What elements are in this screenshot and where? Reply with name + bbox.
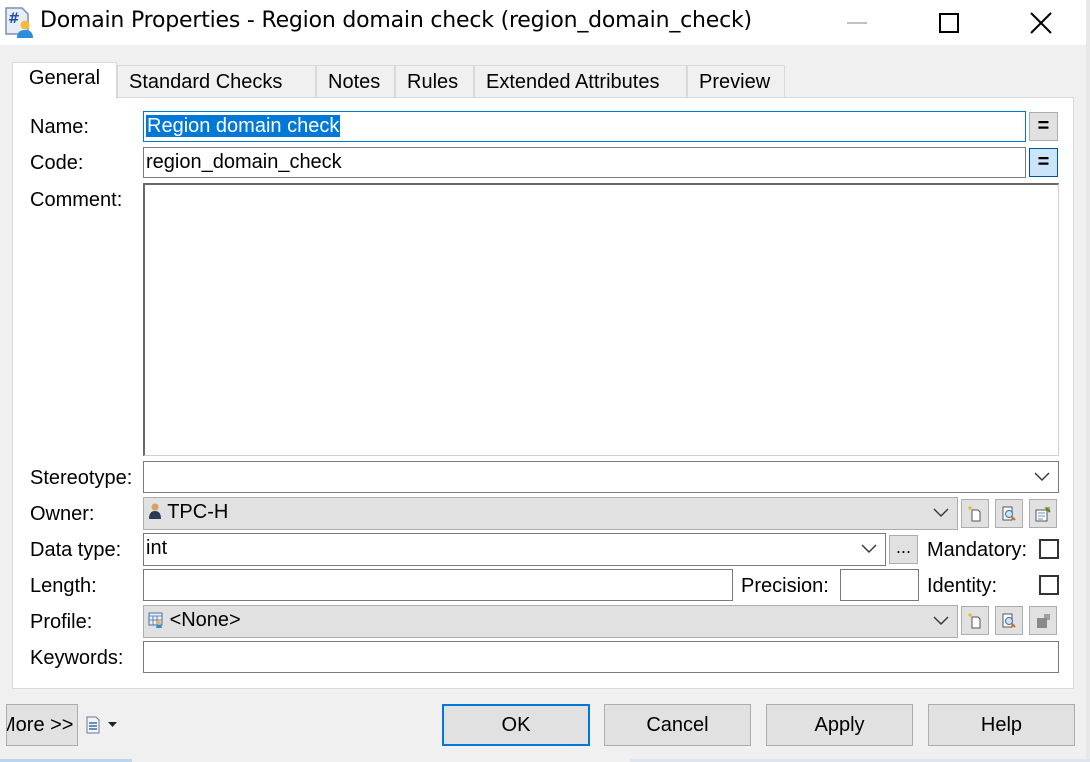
minimize-icon [847,21,867,24]
keywords-label: Keywords: [30,647,124,669]
mandatory-checkbox[interactable] [1039,539,1059,559]
chevron-down-icon [933,616,949,625]
owner-value: TPC-H [167,501,229,523]
owner-new-button[interactable] [961,499,989,528]
name-value: Region domain check [146,115,341,137]
new-icon [968,612,981,628]
comment-label: Comment: [30,189,123,211]
length-label: Length: [30,575,97,597]
profile-combobox[interactable]: <None> [143,605,958,638]
maximize-icon [939,12,959,33]
new-icon [968,505,981,521]
code-name-sync-button[interactable]: = [1029,148,1058,177]
ok-button[interactable]: OK [442,704,590,746]
keywords-input[interactable] [143,641,1059,673]
tab-extended-attributes[interactable]: Extended Attributes [474,65,687,99]
tab-preview[interactable]: Preview [687,65,785,99]
tab-general[interactable]: General [12,62,117,99]
chevron-down-icon [1034,472,1050,481]
name-input[interactable]: Region domain check [143,111,1026,142]
apply-button[interactable]: Apply [766,704,913,746]
profile-value: <None> [169,609,241,631]
owner-properties-button[interactable] [995,499,1023,528]
stereotype-combobox[interactable] [143,461,1059,493]
minimize-button[interactable] [834,0,880,45]
title-bar: # Domain Properties - Region domain chec… [0,0,1090,45]
document-icon [86,716,100,734]
profile-properties-button[interactable] [995,606,1023,635]
properties-search-icon [1002,613,1016,628]
dropdown-arrow-icon[interactable] [108,722,117,728]
user-icon [149,503,161,519]
chevron-down-icon [933,508,949,517]
equals-icon: = [1037,151,1050,173]
tab-notes[interactable]: Notes [316,65,395,99]
name-code-sync-button[interactable]: = [1029,112,1058,141]
precision-input[interactable] [840,569,919,601]
data-type-combobox[interactable]: int [143,533,886,566]
owner-edit-button[interactable] [1029,499,1057,528]
maximize-button[interactable] [926,0,972,45]
identity-checkbox[interactable] [1039,575,1059,595]
data-type-value: int [146,537,168,559]
identity-label: Identity: [927,575,998,597]
stereotype-label: Stereotype: [30,467,133,489]
code-input[interactable]: region_domain_check [143,147,1026,178]
data-type-label: Data type: [30,539,122,561]
window-title: Domain Properties - Region domain check … [40,8,752,33]
equals-icon: = [1037,115,1050,137]
edit-properties-disabled-icon [1037,613,1050,628]
comment-textarea[interactable] [143,183,1059,456]
tab-rules[interactable]: Rules [395,65,474,99]
window-edge [1086,0,1090,762]
length-input[interactable] [143,569,733,601]
cancel-button[interactable]: Cancel [604,704,751,746]
profile-edit-button[interactable] [1029,606,1057,635]
mandatory-label: Mandatory: [927,539,1028,561]
code-label: Code: [30,152,84,174]
tab-standard-checks[interactable]: Standard Checks [117,65,316,99]
more-button[interactable]: More >> [6,704,78,746]
owner-combobox[interactable]: TPC-H [143,497,958,530]
profile-label: Profile: [30,611,93,633]
print-menu-button[interactable] [85,716,101,734]
svg-text:#: # [8,11,20,27]
close-button[interactable] [1018,0,1064,45]
edit-properties-icon [1035,506,1051,521]
close-icon [1030,11,1052,34]
data-type-browse-button[interactable]: ... [889,535,918,564]
precision-label: Precision: [741,575,829,597]
properties-search-icon [1002,506,1016,521]
help-button[interactable]: Help [928,704,1075,746]
owner-label: Owner: [30,503,95,525]
chevron-down-icon [861,544,877,553]
domain-properties-icon: # [4,6,34,38]
profile-new-button[interactable] [961,606,989,635]
profile-icon [148,612,163,628]
name-label: Name: [30,116,89,138]
